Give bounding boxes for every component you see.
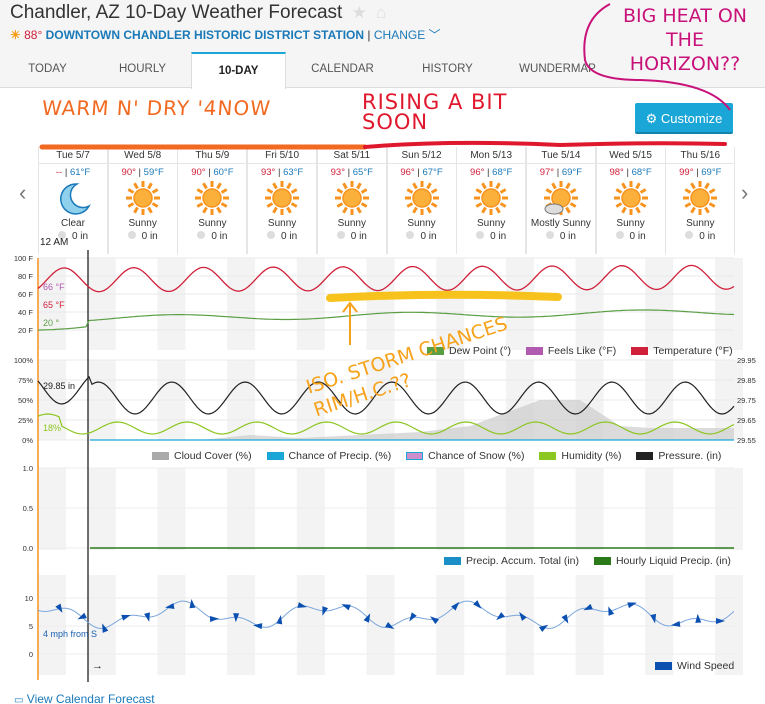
yellow-highlight [326, 290, 562, 302]
yellow-arrow [342, 301, 358, 345]
red-underline [363, 140, 727, 149]
annotation-strokes [39, 3, 731, 345]
magenta-arrow [583, 3, 731, 111]
